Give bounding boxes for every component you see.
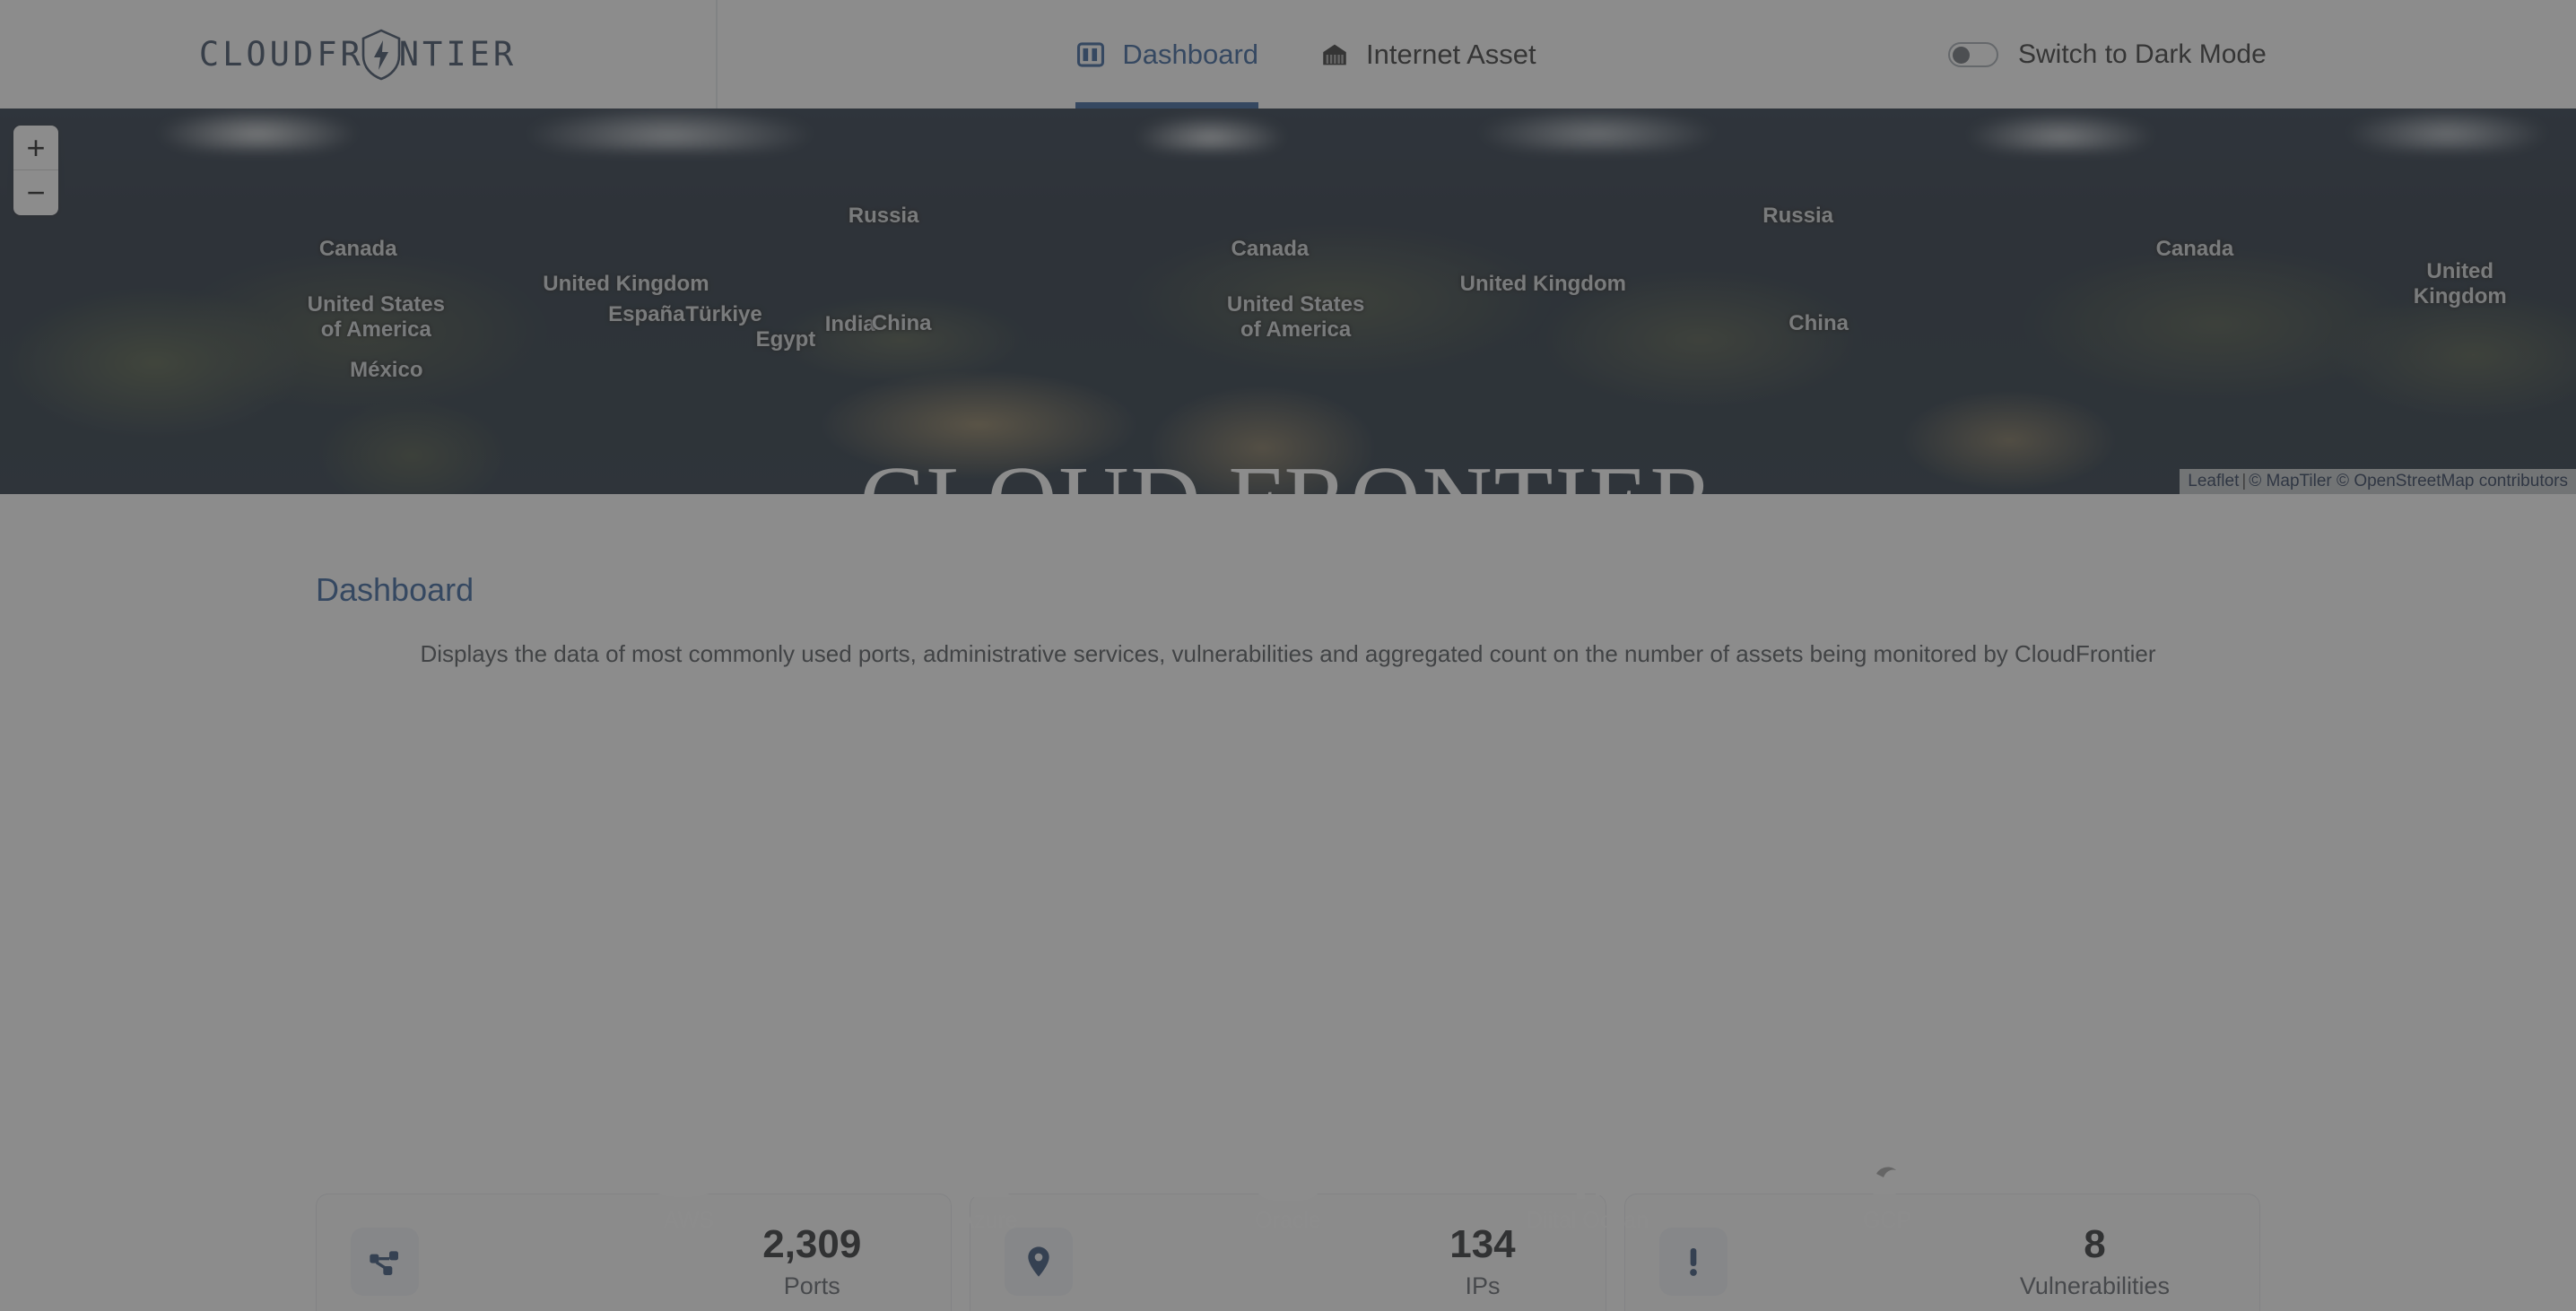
provider-digitalocean-label: Diital Ocean (1526, 1208, 1649, 1233)
cloud-provider-row: aws AWS Azure Oracle Diital Ocean GCP (0, 1142, 2576, 1234)
logo-text-right: NTIER (398, 35, 518, 74)
zoom-in-button[interactable]: + (13, 126, 58, 170)
map-tiles[interactable] (0, 109, 2576, 494)
azure-logo (955, 1142, 1022, 1201)
app-root: CLOUDFR NTIER Dashboard Internet Asset S… (0, 0, 2576, 1311)
tab-internet-asset-label: Internet Asset (1366, 38, 1536, 70)
hero-title: CLOUD FRONTIER (859, 447, 1717, 554)
exclamation-icon (1658, 1228, 1727, 1296)
digitalocean-logo (1558, 1142, 1617, 1201)
brand-logo[interactable]: CLOUDFR NTIER (0, 0, 718, 109)
gcp-logo (1851, 1142, 1923, 1201)
provider-azure: Azure (921, 1142, 1056, 1234)
dashboard-panels-icon (1075, 39, 1106, 70)
dark-mode-toggle[interactable] (1948, 41, 1998, 67)
dark-mode-label: Switch to Dark Mode (2018, 39, 2267, 69)
provider-gcp-label: GCP (1862, 1208, 1912, 1233)
tagline: A small project to monitor the internet … (701, 571, 1875, 604)
zoom-out-button[interactable]: − (13, 170, 58, 215)
network-nodes-icon (351, 1228, 419, 1296)
provider-oracle: Oracle (1221, 1142, 1355, 1234)
dashboard-content: Dashboard A small project to monitor the… (0, 494, 2576, 1311)
tab-dashboard-label: Dashboard (1122, 38, 1259, 70)
stat-ips-label: IPs (1465, 1272, 1501, 1299)
map-pin-icon (1005, 1228, 1074, 1296)
main-nav: Dashboard Internet Asset (718, 0, 1894, 109)
toggle-knob (1953, 46, 1970, 64)
world-map-hero[interactable]: Canada United States of America México Unit… (0, 109, 2576, 494)
provider-aws-label: AWS (663, 1208, 715, 1233)
dark-mode-control: Switch to Dark Mode (1894, 0, 2576, 109)
provider-azure-label: Azure (959, 1208, 1018, 1233)
provider-gcp: GCP (1820, 1142, 1954, 1234)
provider-aws: aws AWS (622, 1142, 756, 1234)
tab-internet-asset[interactable]: Internet Asset (1319, 0, 1536, 109)
shield-bolt-icon (361, 29, 401, 80)
top-navigation-bar: CLOUDFR NTIER Dashboard Internet Asset S… (0, 0, 2576, 109)
attribution-separator: | (2241, 472, 2247, 491)
map-attribution: Leaflet | © MapTiler © OpenStreetMap contr… (2180, 469, 2576, 494)
aws-logo: aws (639, 1142, 739, 1201)
provider-digitalocean: Diital Ocean (1520, 1142, 1655, 1234)
oracle-logo (1247, 1142, 1329, 1201)
description: Displays the data of most commonly used … (420, 640, 2156, 667)
logo-text-left: CLOUDFR (198, 35, 364, 74)
attribution-credits[interactable]: © MapTiler © OpenStreetMap contributors (2249, 472, 2568, 491)
leaflet-link[interactable]: Leaflet (2188, 472, 2239, 491)
server-rack-icon (1319, 39, 1350, 70)
page-title: Dashboard (316, 571, 474, 608)
stat-ports-label: Ports (783, 1272, 840, 1299)
provider-oracle-label: Oracle (1255, 1208, 1321, 1233)
stat-vulns-label: Vulnerabilities (2019, 1272, 2170, 1299)
map-zoom-controls: + − (13, 126, 58, 215)
svg-text:aws: aws (642, 1146, 707, 1184)
tab-dashboard[interactable]: Dashboard (1075, 0, 1258, 109)
